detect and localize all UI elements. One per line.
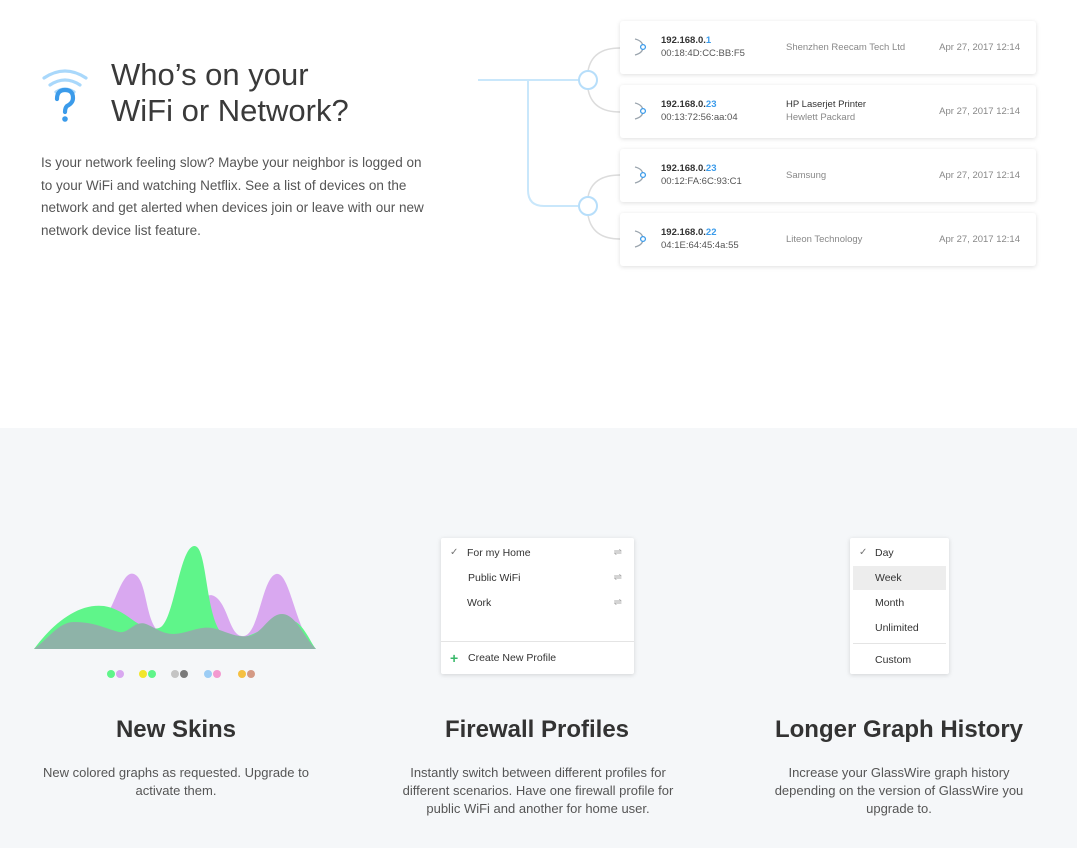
swatch-dot[interactable] xyxy=(204,670,212,678)
history-label: Week xyxy=(875,572,902,584)
history-item-custom[interactable]: Custom xyxy=(850,648,949,672)
network-node-icon xyxy=(634,230,647,248)
swatch-dot[interactable] xyxy=(171,670,179,678)
profile-label: For my Home xyxy=(467,547,531,559)
device-vendor-sub: Hewlett Packard xyxy=(786,112,856,123)
network-tree-connector xyxy=(478,47,621,240)
device-card[interactable]: 192.168.0.23 00:13:72:56:aa:04 HP Laserj… xyxy=(620,85,1036,138)
feature-desc-history: Increase your GlassWire graph history de… xyxy=(774,765,1024,816)
profile-label: Public WiFi xyxy=(468,572,521,584)
device-card[interactable]: 192.168.0.1 00:18:4D:CC:BB:F5 Shenzhen R… xyxy=(620,21,1036,74)
history-label: Month xyxy=(875,597,905,609)
swatch-dot[interactable] xyxy=(148,670,156,678)
device-card[interactable]: 192.168.0.23 00:12:FA:6C:93:C1 Samsung A… xyxy=(620,149,1036,202)
feature-title-skins: New Skins xyxy=(115,716,237,743)
network-node-icon xyxy=(634,102,647,120)
device-mac: 04:1E:64:45:4a:55 xyxy=(661,240,739,251)
swatch-dot[interactable] xyxy=(116,670,124,678)
history-label: Day xyxy=(875,547,894,559)
swatch-dot[interactable] xyxy=(247,670,255,678)
swatch-dot[interactable] xyxy=(213,670,221,678)
feature-desc-firewall: Instantly switch between different profi… xyxy=(402,765,674,816)
profile-item[interactable]: Work ⇌ xyxy=(441,591,634,615)
device-date: Apr 27, 2017 12:14 xyxy=(939,42,1020,53)
device-vendor: Liteon Technology xyxy=(786,234,863,245)
device-date: Apr 27, 2017 12:14 xyxy=(939,234,1020,245)
profile-item[interactable]: ✓ For my Home ⇌ xyxy=(441,541,634,565)
device-mac: 00:12:FA:6C:93:C1 xyxy=(661,176,742,187)
swatch-dot[interactable] xyxy=(139,670,147,678)
divider xyxy=(441,641,634,642)
history-item-day[interactable]: ✓ Day xyxy=(850,541,949,565)
history-item-week[interactable]: Week xyxy=(850,566,949,590)
device-date: Apr 27, 2017 12:14 xyxy=(939,170,1020,181)
history-item-unlimited[interactable]: Unlimited xyxy=(850,616,949,640)
swatch-dot[interactable] xyxy=(238,670,246,678)
divider xyxy=(853,643,946,644)
create-profile-label: Create New Profile xyxy=(468,652,557,664)
check-icon: ✓ xyxy=(859,547,868,558)
device-vendor: Samsung xyxy=(786,170,827,181)
create-profile-button[interactable]: + Create New Profile xyxy=(441,646,634,670)
feature-desc-skins: New colored graphs as requested. Upgrade… xyxy=(43,765,309,798)
history-label: Unlimited xyxy=(875,622,919,634)
network-node-icon xyxy=(634,166,647,184)
device-date: Apr 27, 2017 12:14 xyxy=(939,106,1020,117)
reorder-icon[interactable]: ⇌ xyxy=(614,591,622,615)
device-ip: 192.168.0.22 xyxy=(661,227,717,238)
device-card[interactable]: 192.168.0.22 04:1E:64:45:4a:55 Liteon Te… xyxy=(620,213,1036,266)
swatch-dot[interactable] xyxy=(107,670,115,678)
swatch-dot[interactable] xyxy=(180,670,188,678)
hero-title-line2: WiFi or Network? xyxy=(111,93,349,128)
reorder-icon[interactable]: ⇌ xyxy=(614,541,622,565)
hero-title-line1: Who’s on your xyxy=(111,57,309,92)
wifi-question-icon xyxy=(42,69,88,122)
feature-title-firewall: Firewall Profiles xyxy=(444,716,630,743)
device-ip: 192.168.0.1 xyxy=(661,35,712,46)
device-ip: 192.168.0.23 xyxy=(661,99,717,110)
feature-title-history: Longer Graph History xyxy=(774,716,1024,743)
device-vendor: HP Laserjet Printer xyxy=(786,99,867,110)
skin-swatches xyxy=(107,670,267,680)
device-mac: 00:18:4D:CC:BB:F5 xyxy=(661,48,745,59)
profile-label: Work xyxy=(467,597,492,609)
device-ip: 192.168.0.23 xyxy=(661,163,717,174)
hero-title: Who’s on your WiFi or Network? xyxy=(111,57,431,129)
graph-history-menu: ✓ Day Week Month Unlimited Custom xyxy=(850,538,949,674)
device-mac: 00:13:72:56:aa:04 xyxy=(661,112,738,123)
network-devices-section: Who’s on your WiFi or Network? Is your n… xyxy=(0,0,1077,428)
network-node-icon xyxy=(634,38,647,56)
profile-item[interactable]: Public WiFi ⇌ xyxy=(441,566,634,590)
device-vendor: Shenzhen Reecam Tech Ltd xyxy=(786,42,906,53)
history-label: Custom xyxy=(875,654,912,666)
plus-icon: + xyxy=(450,650,459,666)
reorder-icon[interactable]: ⇌ xyxy=(614,566,622,590)
features-section: ✓ For my Home ⇌ Public WiFi ⇌ Work ⇌ + C… xyxy=(0,428,1077,848)
firewall-profiles-menu: ✓ For my Home ⇌ Public WiFi ⇌ Work ⇌ + C… xyxy=(441,538,634,674)
hero-description: Is your network feeling slow? Maybe your… xyxy=(41,155,424,239)
check-icon: ✓ xyxy=(450,547,459,558)
history-item-month[interactable]: Month xyxy=(850,591,949,615)
skins-graph-illustration xyxy=(34,545,316,649)
